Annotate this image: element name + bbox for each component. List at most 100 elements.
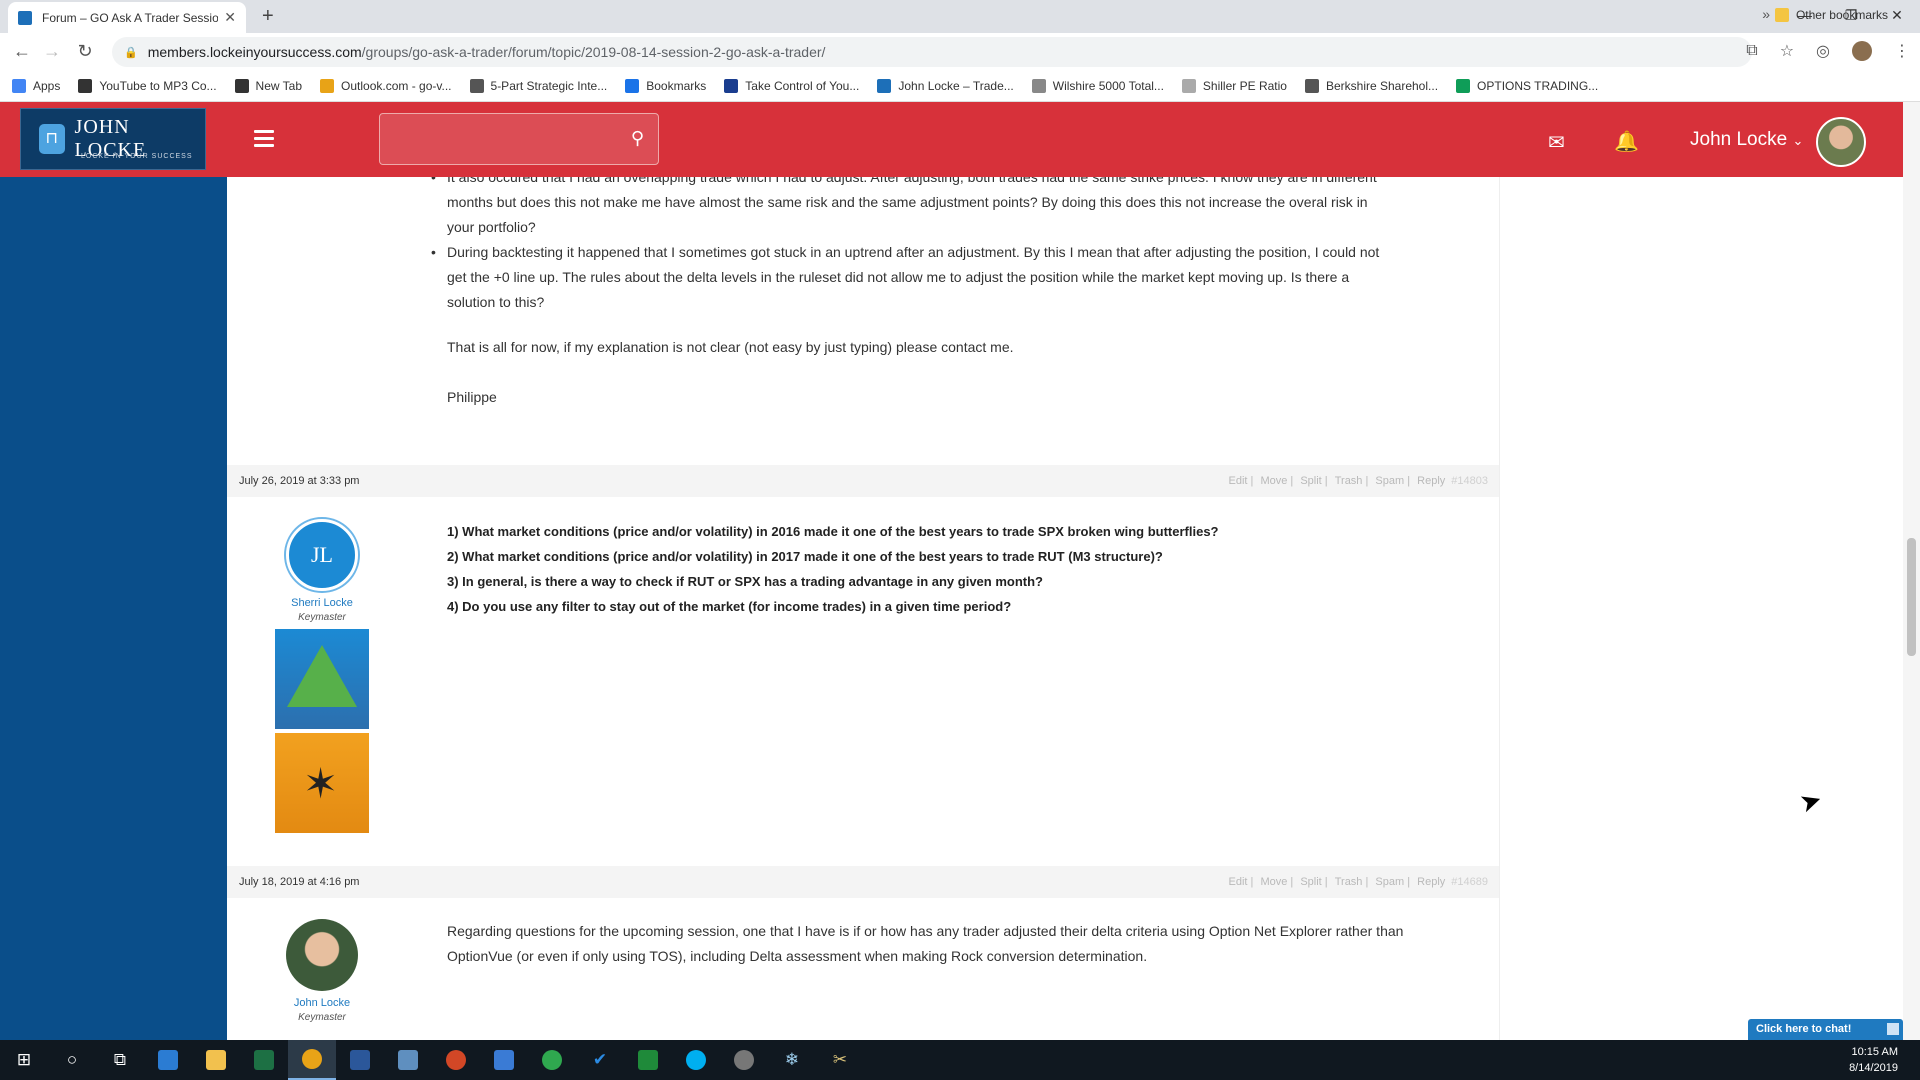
notepad-icon[interactable]: [384, 1040, 432, 1080]
author-name[interactable]: Sherri Locke: [272, 597, 372, 609]
cortana-search-icon[interactable]: ○: [48, 1040, 96, 1080]
split-link[interactable]: Split: [1300, 475, 1321, 487]
bookmark-star-icon[interactable]: ☆: [1780, 41, 1794, 61]
edge-icon[interactable]: [144, 1040, 192, 1080]
bookmark-item[interactable]: OPTIONS TRADING...: [1456, 79, 1598, 93]
bookmark-favicon-icon: [320, 79, 335, 93]
post-meta-bar: July 26, 2019 at 3:33 pm Edit | Move | S…: [227, 465, 1499, 497]
file-explorer-icon[interactable]: [192, 1040, 240, 1080]
spam-link[interactable]: Spam: [1375, 475, 1404, 487]
bookmark-label: Berkshire Sharehol...: [1325, 79, 1439, 93]
left-sidebar: [0, 177, 227, 1040]
chart-app-icon[interactable]: [624, 1040, 672, 1080]
reply-link[interactable]: Reply: [1417, 475, 1445, 487]
author-role: Keymaster: [298, 1012, 346, 1023]
user-menu[interactable]: John Locke ⌄: [1690, 129, 1803, 151]
reply-link[interactable]: Reply: [1417, 876, 1445, 888]
mouse-pointer-icon: ➤: [1795, 783, 1826, 819]
other-bookmarks[interactable]: Other bookmarks: [1774, 8, 1906, 22]
hamburger-menu-icon[interactable]: [254, 130, 274, 151]
bookmark-item[interactable]: 5-Part Strategic Inte...: [469, 79, 607, 93]
chevron-down-icon: ⌄: [1792, 133, 1804, 148]
chat-expand-icon[interactable]: [1887, 1023, 1899, 1035]
snowflake-app-icon[interactable]: ❄: [768, 1040, 816, 1080]
chrome-icon[interactable]: [288, 1040, 336, 1080]
avatar[interactable]: [286, 919, 358, 991]
back-icon[interactable]: ←: [10, 41, 34, 62]
author-name[interactable]: John Locke: [272, 997, 372, 1009]
user-avatar[interactable]: [1816, 117, 1866, 167]
profile-avatar-icon[interactable]: [1852, 41, 1872, 61]
move-link[interactable]: Move: [1260, 475, 1287, 487]
checkmark-app-icon[interactable]: ✔: [576, 1040, 624, 1080]
clock-date: 8/14/2019: [1849, 1062, 1898, 1074]
bookmark-label: Take Control of You...: [745, 79, 860, 93]
site-search-input[interactable]: ⚲: [379, 113, 659, 165]
bookmark-item[interactable]: Wilshire 5000 Total...: [1031, 79, 1164, 93]
bookmark-favicon-icon: [469, 79, 484, 93]
menu-dots-icon[interactable]: ⋮: [1894, 41, 1910, 61]
store-icon[interactable]: [480, 1040, 528, 1080]
bookmark-item[interactable]: New Tab: [234, 79, 302, 93]
chat-label: Click here to chat!: [1756, 1023, 1852, 1035]
trash-link[interactable]: Trash: [1335, 475, 1363, 487]
bookmark-item[interactable]: Berkshire Sharehol...: [1304, 79, 1439, 93]
move-link[interactable]: Move: [1260, 876, 1287, 888]
split-link[interactable]: Split: [1300, 876, 1321, 888]
messages-icon[interactable]: ✉: [1548, 130, 1565, 155]
new-tab-icon[interactable]: +: [262, 5, 274, 28]
edit-link[interactable]: Edit: [1228, 876, 1247, 888]
chat-widget-button[interactable]: Click here to chat!: [1748, 1019, 1903, 1040]
windows-start-icon[interactable]: ⊞: [0, 1040, 48, 1080]
question-line: 1) What market conditions (price and/or …: [447, 524, 1219, 539]
search-icon[interactable]: ⚲: [631, 128, 644, 149]
apps-grid-icon: [12, 79, 26, 93]
bookmark-item[interactable]: Bookmarks: [625, 79, 706, 93]
bookmark-favicon-icon: [1181, 79, 1196, 93]
site-logo[interactable]: ⊓ JOHN LOCKE LOCKE IN YOUR SUCCESS: [20, 108, 206, 170]
avatar[interactable]: JL: [286, 519, 358, 591]
url-domain: members.lockeinyoursuccess.com: [147, 44, 362, 60]
tool-app-icon[interactable]: ✂: [816, 1040, 864, 1080]
scrollbar-thumb[interactable]: [1907, 538, 1916, 656]
bookmark-label: Outlook.com - go-v...: [341, 79, 452, 93]
word-icon[interactable]: [336, 1040, 384, 1080]
post-permalink[interactable]: #14803: [1451, 475, 1488, 487]
skype-icon[interactable]: [672, 1040, 720, 1080]
post-closing: That is all for now, if my explanation i…: [447, 339, 1014, 355]
powerpoint-icon[interactable]: [432, 1040, 480, 1080]
notifications-bell-icon[interactable]: 🔔: [1614, 129, 1639, 154]
folder-icon: [1774, 8, 1789, 22]
more-bookmarks-icon[interactable]: »: [1762, 6, 1770, 22]
forward-icon[interactable]: →: [40, 41, 64, 62]
task-view-icon[interactable]: ⧉: [96, 1040, 144, 1080]
post-date: July 18, 2019 at 4:16 pm: [239, 876, 360, 888]
green-app-icon[interactable]: [528, 1040, 576, 1080]
bookmark-item[interactable]: Outlook.com - go-v...: [320, 79, 452, 93]
post-permalink[interactable]: #14689: [1451, 876, 1488, 888]
bookmark-favicon-icon: [78, 79, 93, 93]
browser-tab[interactable]: Forum – GO Ask A Trader Session ✕: [8, 2, 246, 33]
extension-icon[interactable]: ⧉: [1746, 42, 1757, 60]
clock-time: 10:15 AM: [1851, 1046, 1898, 1058]
extension-circle-icon[interactable]: ◎: [1816, 41, 1830, 61]
excel-icon[interactable]: [240, 1040, 288, 1080]
forum-topic-content: It also occured that I had an overlappin…: [227, 177, 1500, 1040]
bookmark-label: YouTube to MP3 Co...: [99, 79, 217, 93]
padlock-logo-icon: ⊓: [39, 124, 65, 154]
trash-link[interactable]: Trash: [1335, 876, 1363, 888]
reload-icon[interactable]: ↻: [73, 41, 97, 62]
system-clock[interactable]: 10:15 AM 8/14/2019: [1849, 1044, 1898, 1076]
close-tab-icon[interactable]: ✕: [224, 9, 236, 26]
address-bar[interactable]: 🔒 members.lockeinyoursuccess.com /groups…: [112, 37, 1752, 67]
bookmark-item[interactable]: YouTube to MP3 Co...: [78, 79, 217, 93]
toolbar-right-icons: ⧉ ☆ ◎ ⋮: [1746, 41, 1910, 61]
spam-link[interactable]: Spam: [1375, 876, 1404, 888]
page-scrollbar[interactable]: [1903, 102, 1920, 1040]
bookmark-item[interactable]: Shiller PE Ratio: [1181, 79, 1287, 93]
bookmark-item[interactable]: John Locke – Trade...: [877, 79, 1014, 93]
camera-app-icon[interactable]: [720, 1040, 768, 1080]
bookmark-item[interactable]: Apps: [12, 79, 60, 93]
edit-link[interactable]: Edit: [1228, 475, 1247, 487]
bookmark-item[interactable]: Take Control of You...: [724, 79, 859, 93]
